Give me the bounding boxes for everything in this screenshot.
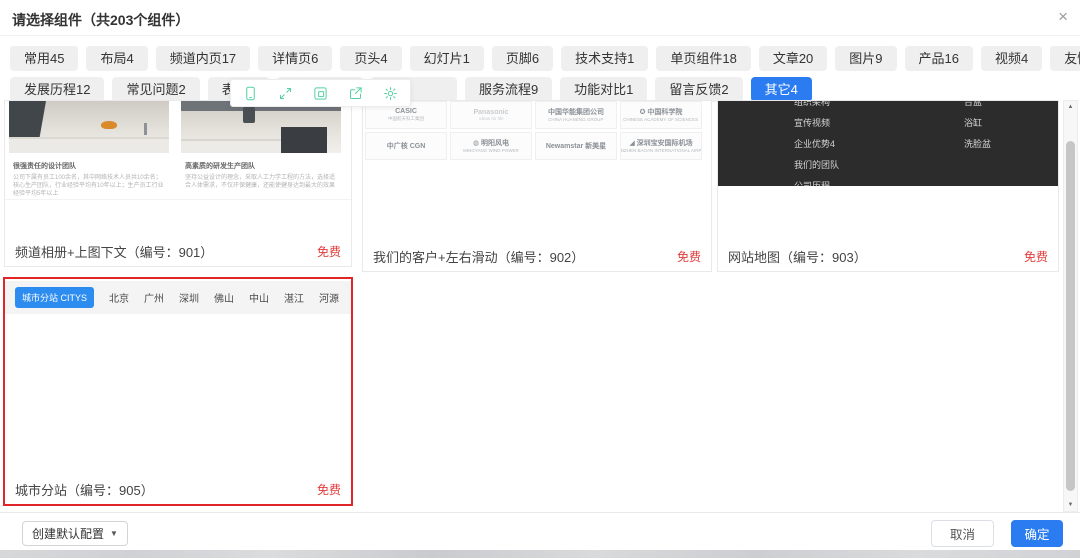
city-link: 湛江	[284, 290, 304, 305]
header-divider	[0, 35, 1080, 36]
tab-huandengpian[interactable]: 幻灯片1	[410, 46, 484, 71]
sitemap-links-right: 台盆 浴缸 洗脸盆	[964, 101, 991, 155]
page-behind-modal	[0, 550, 1080, 558]
client-logo-airport: ◢ 深圳宝安国际机场SHENZHEN BAOAN INTERNATIONAL A…	[620, 132, 702, 160]
price-badge: 免费	[677, 248, 701, 265]
card-name: 我们的客户+左右滑动（编号：902）	[373, 247, 584, 266]
scroll-down-arrow[interactable]: ▼	[1064, 499, 1077, 511]
export-icon[interactable]	[338, 80, 373, 106]
component-card-905-selected[interactable]: 城市分站 CITYS 北京 广州 深圳 佛山 中山 湛江 河源 韶关 清远 城市…	[3, 277, 353, 506]
city-link: 深圳	[179, 290, 199, 305]
card-name: 频道相册+上图下文（编号：901）	[15, 242, 213, 261]
card-inner-divider	[5, 199, 351, 200]
card-label-row: 我们的客户+左右滑动（编号：902） 免费	[363, 241, 711, 271]
vertical-scrollbar[interactable]: ▲ ▼	[1063, 100, 1078, 512]
kitchen-photo-right	[181, 101, 341, 153]
city-site-tabbar: 城市分站 CITYS 北京 广州 深圳 佛山 中山 湛江 河源 韶关 清远	[5, 281, 351, 314]
tab-gongnengduibi[interactable]: 功能对比1	[560, 77, 647, 102]
tab-yetou[interactable]: 页头4	[340, 46, 401, 71]
client-logo-mingyang: ◍ 明阳风电MINGYANG WIND POWER	[450, 132, 532, 160]
scroll-up-arrow[interactable]: ▲	[1064, 101, 1077, 113]
sitemap-preview: 组织架构 宣传视频 企业优势4 我们的团队 公司历程 为什么选择我们 台盆 浴缸…	[718, 101, 1058, 186]
category-tabs-row1: 常用45 布局4 频道内页17 详情页6 页头4 幻灯片1 页脚6 技术支持1 …	[10, 46, 1080, 71]
photo-caption-right: 高素质的研发生产团队 坚持公益设计的理念，采取人工力学工程的方法，选择适合人体需…	[185, 161, 337, 190]
cancel-button[interactable]: 取消	[931, 520, 994, 547]
card-name: 城市分站（编号：905）	[15, 480, 154, 499]
confirm-button[interactable]: 确定	[1011, 520, 1063, 547]
screen-preview-icon[interactable]	[303, 80, 338, 106]
city-site-active-tab: 城市分站 CITYS	[15, 287, 94, 308]
client-logo-cgn: 中广核 CGN	[365, 132, 447, 160]
tab-jishuzhichi[interactable]: 技术支持1	[561, 46, 648, 71]
city-link: 河源	[319, 290, 339, 305]
component-card-903[interactable]: 组织架构 宣传视频 企业优势4 我们的团队 公司历程 为什么选择我们 台盆 浴缸…	[717, 100, 1059, 272]
price-badge: 免费	[317, 243, 341, 260]
scrollbar-thumb[interactable]	[1066, 141, 1075, 491]
tab-buju[interactable]: 布局4	[86, 46, 147, 71]
card-label-row: 频道相册+上图下文（编号：901） 免费	[5, 236, 351, 266]
component-picker-modal: 请选择组件（共203个组件） × 常用45 布局4 频道内页17 详情页6 页头…	[0, 0, 1080, 558]
card-label-row: 网站地图（编号：903） 免费	[718, 241, 1058, 271]
component-card-901[interactable]: 很强责任的设计团队 公司下属有员工100余名，其中网络技术人员共10余名；核心生…	[4, 100, 352, 267]
tab-liuyanfankui[interactable]: 留言反馈2	[655, 77, 742, 102]
tab-qita-active[interactable]: 其它4	[751, 77, 812, 102]
modal-title: 请选择组件（共203个组件）	[12, 10, 189, 30]
city-link: 北京	[109, 290, 129, 305]
sitemap-links-left: 组织架构 宣传视频 企业优势4 我们的团队 公司历程 为什么选择我们	[794, 101, 857, 186]
tab-chanpin[interactable]: 产品16	[905, 46, 973, 71]
chevron-down-icon: ▼	[110, 529, 118, 538]
city-link: 中山	[249, 290, 269, 305]
tab-youqinglianjie[interactable]: 友情链接3	[1050, 46, 1080, 71]
tab-fazhanlicheng[interactable]: 发展历程12	[10, 77, 104, 102]
tab-tupian[interactable]: 图片9	[835, 46, 896, 71]
tab-pindaoneiye[interactable]: 频道内页17	[156, 46, 250, 71]
price-badge: 免费	[1024, 248, 1048, 265]
client-logo-newamstar: Newamstar 新美星	[535, 132, 617, 160]
component-card-902[interactable]: CASIC中国航天科工集团 Panasonicideas for life 中国…	[362, 100, 712, 272]
tab-changjianwenti[interactable]: 常见问题2	[112, 77, 199, 102]
photo-caption-left: 很强责任的设计团队 公司下属有员工100余名，其中网络技术人员共10余名；核心生…	[13, 161, 165, 198]
card-preview-toolbar	[230, 79, 411, 107]
client-logo-huaneng: 中国华能集团公司CHINA HUANENG GROUP	[535, 101, 617, 129]
tab-danyezujian[interactable]: 单页组件18	[656, 46, 750, 71]
city-link: 佛山	[214, 290, 234, 305]
close-icon[interactable]: ×	[1058, 8, 1068, 25]
footer-divider	[0, 512, 1080, 513]
city-link: 广州	[144, 290, 164, 305]
card-name: 网站地图（编号：903）	[728, 247, 867, 266]
client-logo-grid: CASIC中国航天科工集团 Panasonicideas for life 中国…	[365, 101, 711, 160]
tab-changyong[interactable]: 常用45	[10, 46, 78, 71]
price-badge: 免费	[317, 481, 341, 498]
card-label-row: 城市分站（编号：905） 免费	[5, 474, 351, 504]
tab-wenzhang[interactable]: 文章20	[759, 46, 827, 71]
tab-fuwuliucheng[interactable]: 服务流程9	[465, 77, 552, 102]
config-select-label: 创建默认配置	[32, 525, 104, 542]
tab-xiangqingye[interactable]: 详情页6	[258, 46, 332, 71]
tab-shipin[interactable]: 视频4	[981, 46, 1042, 71]
client-logo-panasonic: Panasonicideas for life	[450, 101, 532, 129]
create-default-config-select[interactable]: 创建默认配置 ▼	[22, 521, 128, 546]
client-logo-cas: ✪ 中国科学院CHINESE ACADEMY OF SCIENCES	[620, 101, 702, 129]
phone-preview-icon[interactable]	[233, 80, 268, 106]
tab-yejiao[interactable]: 页脚6	[492, 46, 553, 71]
kitchen-photo-left	[9, 101, 169, 153]
fullscreen-icon[interactable]	[268, 80, 303, 106]
settings-icon[interactable]	[373, 80, 408, 106]
